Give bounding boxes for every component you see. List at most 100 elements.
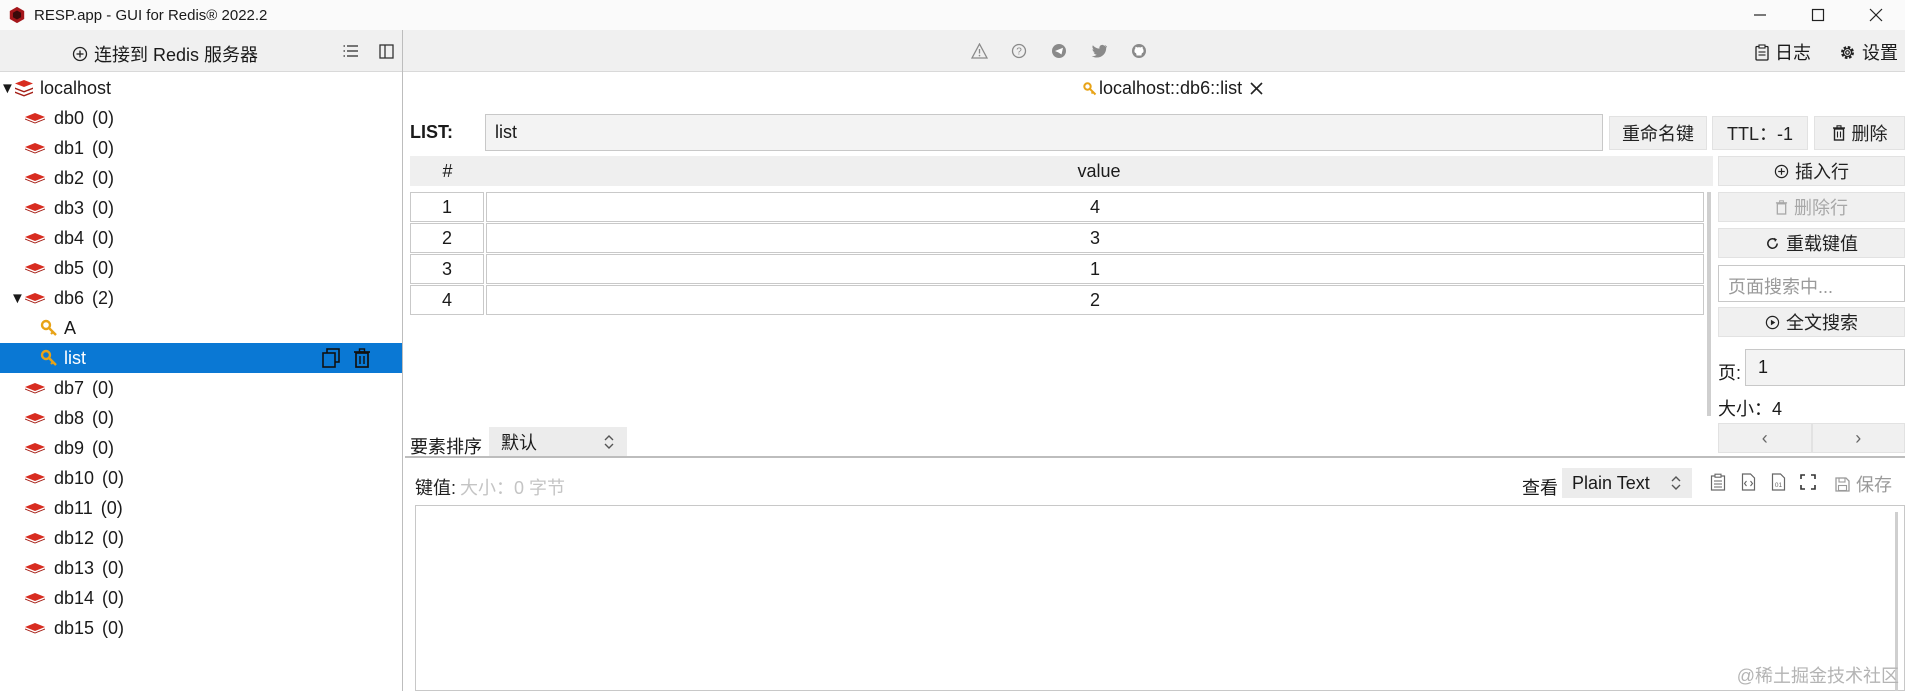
database-icon [25,533,45,544]
database-icon [25,113,45,124]
column-header-index[interactable]: # [410,156,485,186]
copy-clipboard-icon[interactable] [1708,472,1728,492]
row-index-cell: 3 [410,254,484,284]
ttl-button[interactable]: TTL：-1 [1712,116,1808,150]
database-icon [25,203,45,214]
column-header-value[interactable]: value [485,156,1713,186]
table-row[interactable]: 31 [410,254,1713,284]
database-name: db5 [54,257,85,278]
tree-database-db11[interactable]: db11 (0) [0,493,402,523]
viewer-icon-group: 01 [1708,472,1818,492]
minimize-button[interactable] [1731,0,1789,30]
table-row[interactable]: 23 [410,223,1713,253]
log-button[interactable]: 日志 [1755,39,1811,65]
row-value-cell[interactable]: 3 [486,223,1704,253]
row-value-cell[interactable]: 4 [486,192,1704,222]
tree-key-list[interactable]: list [0,343,402,373]
rename-key-button[interactable]: 重命名键 [1609,116,1707,150]
sort-value: 默认 [501,433,537,453]
tree-database-db0[interactable]: db0 (0) [0,103,402,133]
play-circle-icon [1765,315,1780,329]
twitter-icon[interactable] [1090,42,1108,60]
main-toolbar: 连接到 Redis 服务器 ? 日志 设置 [0,30,1905,72]
toggle-panel-button[interactable] [377,42,395,60]
fulltext-search-button[interactable]: 全文搜索 [1718,307,1905,337]
maximize-button[interactable] [1789,0,1847,30]
tab-close-icon[interactable] [1250,82,1263,95]
connect-server-button[interactable]: 连接到 Redis 服务器 [72,41,258,67]
page-number-input[interactable]: 1 [1745,349,1905,386]
expand-arrow-icon[interactable]: ▼ [0,80,15,97]
tree-database-db9[interactable]: db9 (0) [0,433,402,463]
warning-icon[interactable] [970,42,988,60]
value-editor[interactable] [415,505,1905,691]
database-icon [25,623,45,634]
copy-icon[interactable] [320,347,342,369]
tree-database-db7[interactable]: db7 (0) [0,373,402,403]
connect-server-label: 连接到 Redis 服务器 [94,45,259,65]
database-name: db11 [54,497,93,518]
value-label: 键值: [415,478,457,498]
expand-arrow-icon[interactable]: ▼ [10,290,25,307]
sort-select[interactable]: 默认 [489,427,627,457]
delete-row-button[interactable]: 删除行 [1718,192,1905,222]
database-name: db2 [54,167,85,188]
save-label: 保存 [1856,475,1892,495]
key-name: list [64,347,86,368]
panel-divider[interactable] [402,30,403,691]
splitter[interactable] [405,456,1905,458]
database-icon [25,503,45,514]
insert-row-button[interactable]: 插入行 [1718,156,1905,186]
database-name: db9 [54,437,85,458]
page-search-input[interactable]: 页面搜索中... [1718,265,1905,302]
rename-key-label: 重命名键 [1622,124,1694,144]
database-key-count: (0) [102,617,125,638]
telegram-icon[interactable] [1050,42,1068,60]
code-file-icon[interactable] [1738,472,1758,492]
tree-database-db13[interactable]: db13 (0) [0,553,402,583]
settings-button[interactable]: 设置 [1839,39,1898,65]
fullscreen-icon[interactable] [1798,472,1818,492]
svg-text:01: 01 [1774,482,1782,489]
view-format-select[interactable]: Plain Text [1562,468,1692,498]
row-value-cell[interactable]: 2 [486,285,1704,315]
tree-database-db10[interactable]: db10 (0) [0,463,402,493]
tree-database-db1[interactable]: db1 (0) [0,133,402,163]
tree-key-A[interactable]: A [0,313,402,343]
tree-database-db3[interactable]: db3 (0) [0,193,402,223]
page-label: 页: [1718,363,1742,383]
delete-key-button[interactable]: 删除 [1814,116,1905,150]
gear-icon [1841,45,1854,59]
close-window-button[interactable] [1847,0,1905,30]
table-scrollbar[interactable] [1707,192,1711,416]
table-row[interactable]: 14 [410,192,1713,222]
list-view-button[interactable] [342,42,360,60]
save-value-button[interactable]: 保存 [1822,468,1905,500]
tree-database-db2[interactable]: db2 (0) [0,163,402,193]
tree-database-db12[interactable]: db12 (0) [0,523,402,553]
reload-value-button[interactable]: 重载键值 [1718,228,1905,258]
prev-page-button[interactable]: ‹ [1718,423,1812,453]
database-key-count: (0) [100,497,123,518]
help-icon[interactable]: ? [1010,42,1028,60]
tree-database-db14[interactable]: db14 (0) [0,583,402,613]
trash-icon [1832,125,1845,141]
tree-database-db4[interactable]: db4 (0) [0,223,402,253]
database-name: db10 [54,467,95,488]
tree-database-db15[interactable]: db15 (0) [0,613,402,643]
tree-server-localhost[interactable]: ▼ localhost [0,73,402,103]
watermark: @稀土掘金技术社区 [1736,666,1899,686]
binary-file-icon[interactable]: 01 [1768,472,1788,492]
split-panel-icon [378,43,394,59]
tree-database-db5[interactable]: db5 (0) [0,253,402,283]
database-name: db7 [54,377,85,398]
table-row[interactable]: 42 [410,285,1713,315]
next-page-button[interactable]: › [1811,423,1905,453]
row-value-cell[interactable]: 1 [486,254,1704,284]
key-name-field[interactable]: list [485,114,1603,151]
github-icon[interactable] [1130,42,1148,60]
tree-database-db8[interactable]: db8 (0) [0,403,402,433]
tab-key-list[interactable]: localhost::db6::list [1083,78,1263,99]
trash-icon[interactable] [352,347,372,369]
tree-database-db6[interactable]: ▼ db6 (2) [0,283,402,313]
